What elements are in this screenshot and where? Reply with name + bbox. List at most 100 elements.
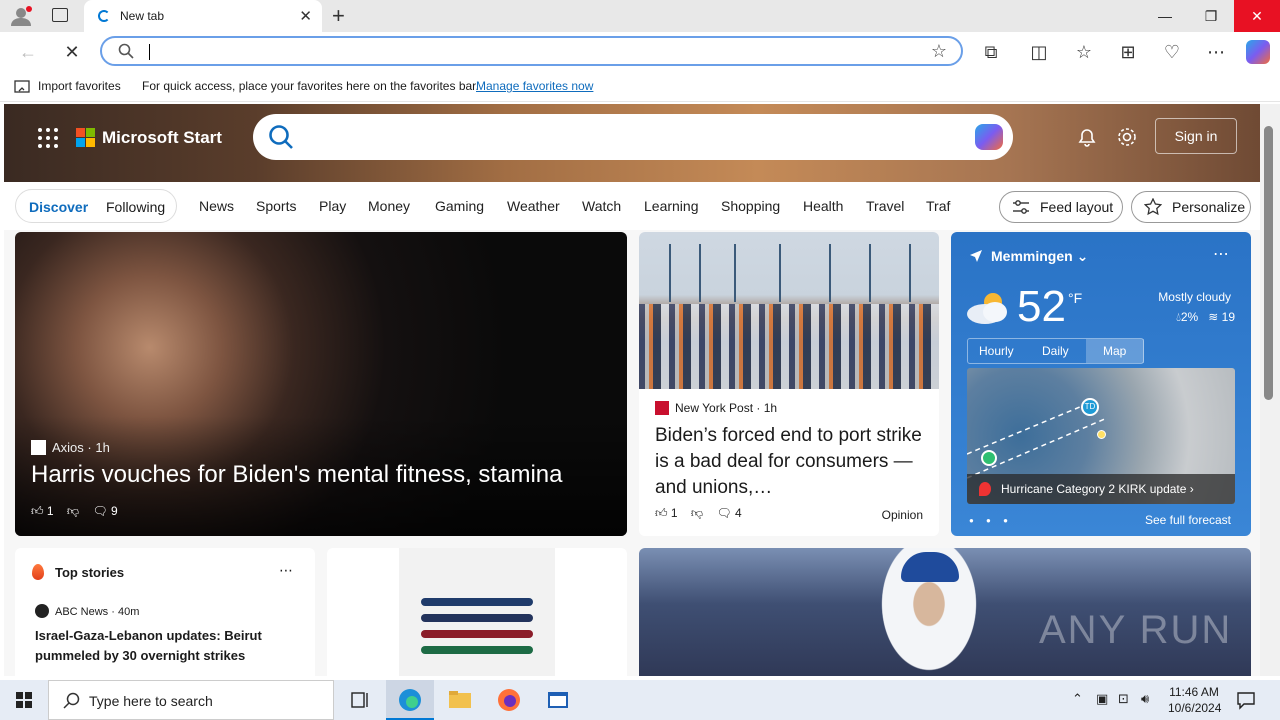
collections-icon[interactable]: ⊞ <box>1116 40 1140 64</box>
task-view-icon[interactable] <box>336 680 384 720</box>
more-options-icon[interactable]: ⋯ <box>1204 40 1228 64</box>
tab-actions-icon[interactable] <box>52 8 68 22</box>
windows-taskbar: Type here to search ⌃ ▣ ⊡ 🔊︎ 11:46 AM 10… <box>0 680 1280 720</box>
network-icon[interactable]: ⊡ <box>1118 691 1129 707</box>
mostly-cloudy-icon <box>967 293 1007 324</box>
weather-location[interactable]: Memmingen ⌄ <box>991 248 1088 265</box>
clock-time: 11:46 AM <box>1169 685 1219 699</box>
tab-close-icon[interactable]: ✕ <box>299 7 312 25</box>
category-traffic[interactable]: Traf <box>926 198 950 214</box>
split-screen-icon[interactable]: ◫ <box>1027 40 1051 64</box>
banner-text: Hurricane Category 2 KIRK update <box>1001 482 1187 496</box>
hurricane-update-banner[interactable]: Hurricane Category 2 KIRK update › <box>967 474 1235 504</box>
device-icon[interactable]: ▣ <box>1096 691 1108 707</box>
settings-gear-icon[interactable] <box>1116 126 1138 148</box>
volume-icon[interactable]: 🔊︎ <box>1141 691 1149 707</box>
taskbar-search[interactable]: Type here to search <box>48 680 334 720</box>
category-gaming[interactable]: Gaming <box>435 198 484 214</box>
extensions-icon[interactable]: ⧉ <box>979 40 1003 64</box>
category-health[interactable]: Health <box>803 198 843 214</box>
story-headline[interactable]: Biden’s forced end to port strike is a b… <box>655 423 925 501</box>
favorite-star-icon[interactable]: ☆ <box>931 41 947 62</box>
tab-hourly[interactable]: Hourly <box>979 344 1014 358</box>
category-money[interactable]: Money <box>368 198 410 214</box>
category-learning[interactable]: Learning <box>644 198 699 214</box>
advertisement-card[interactable] <box>327 548 627 676</box>
weather-details: 💧︎2% ≋ 19 <box>1176 310 1235 325</box>
story-headline[interactable]: Harris vouches for Biden's mental fitnes… <box>31 461 562 489</box>
new-tab-button[interactable]: + <box>332 3 345 29</box>
profile-icon[interactable] <box>10 6 32 26</box>
tab-following[interactable]: Following <box>106 199 165 215</box>
file-explorer-icon[interactable] <box>436 680 484 720</box>
category-watch[interactable]: Watch <box>582 198 621 214</box>
category-weather[interactable]: Weather <box>507 198 560 214</box>
dislike-icon[interactable]: 👎︎ <box>691 506 703 520</box>
story-source: New York Post · 1h <box>655 401 777 415</box>
app-launcher-icon[interactable] <box>38 128 58 148</box>
personalize-button[interactable]: Personalize <box>1131 191 1251 223</box>
carousel-dots[interactable]: ● ● ● <box>969 516 1013 525</box>
temperature-unit[interactable]: °F <box>1068 290 1082 306</box>
import-favorites-icon[interactable] <box>14 79 32 95</box>
feed-layout-button[interactable]: Feed layout <box>999 191 1123 223</box>
system-clock[interactable]: 11:46 AM 10/6/2024 <box>1168 684 1221 716</box>
see-full-forecast-link[interactable]: See full forecast <box>1145 513 1231 527</box>
show-hidden-icons-icon[interactable]: ⌃ <box>1072 691 1083 707</box>
sign-in-button[interactable]: Sign in <box>1155 118 1237 154</box>
story-headline[interactable]: Israel-Gaza-Lebanon updates: Beirut pumm… <box>35 626 295 666</box>
top-stories-title[interactable]: Top stories <box>55 565 124 580</box>
more-options-icon[interactable]: ⋯ <box>279 562 293 579</box>
category-travel[interactable]: Travel <box>866 198 904 214</box>
dislike-icon[interactable]: 👎︎ <box>67 504 79 518</box>
story-age: 40m <box>117 606 140 618</box>
brand-title[interactable]: Microsoft Start <box>102 128 222 148</box>
like-count: 1 <box>46 504 54 518</box>
weather-map[interactable]: TD Hurricane Category 2 KIRK update › <box>967 368 1235 504</box>
firefox-icon[interactable] <box>485 680 533 720</box>
restore-button[interactable]: ❐ <box>1188 0 1234 32</box>
like-icon[interactable]: 👍︎ <box>655 506 668 520</box>
location-name: Memmingen <box>991 248 1073 264</box>
favorites-icon[interactable]: ☆ <box>1072 40 1096 64</box>
category-shopping[interactable]: Shopping <box>721 198 780 214</box>
manage-favorites-link[interactable]: Manage favorites now <box>476 79 593 93</box>
comment-icon[interactable]: 🗨 <box>716 506 731 520</box>
minimize-button[interactable]: — <box>1142 0 1188 32</box>
notification-center-icon[interactable] <box>1236 690 1256 710</box>
page-scrollbar[interactable] <box>1260 104 1280 676</box>
category-sports[interactable]: Sports <box>256 198 296 214</box>
import-favorites-label[interactable]: Import favorites <box>38 79 121 93</box>
source-name: New York Post <box>675 401 754 415</box>
weather-tabs: Hourly Daily Map <box>967 338 1144 364</box>
category-play[interactable]: Play <box>319 198 346 214</box>
close-window-button[interactable]: ✕ <box>1234 0 1280 32</box>
browser-essentials-icon[interactable]: ♡ <box>1160 40 1184 64</box>
tab-daily[interactable]: Daily <box>1042 344 1069 358</box>
edge-taskbar-icon[interactable] <box>386 680 434 720</box>
sports-story-card[interactable]: ANY RUN <box>639 548 1251 676</box>
tab-discover[interactable]: Discover <box>29 199 88 215</box>
copilot-icon[interactable] <box>975 124 1003 150</box>
address-bar[interactable]: ☆ <box>100 36 963 66</box>
notifications-bell-icon[interactable] <box>1076 126 1098 148</box>
category-news[interactable]: News <box>199 198 234 214</box>
stop-loading-button[interactable]: ✕ <box>60 40 84 64</box>
scrollbar-thumb[interactable] <box>1264 126 1273 400</box>
copilot-icon[interactable] <box>1246 40 1270 64</box>
more-options-icon[interactable]: ⋯ <box>1213 244 1229 264</box>
weather-card[interactable]: Memmingen ⌄ ⋯ 52 °F Mostly cloudy 💧︎2% ≋… <box>951 232 1251 536</box>
back-button[interactable]: ← <box>16 40 40 64</box>
browser-tab[interactable]: New tab ✕ <box>84 0 322 32</box>
like-icon[interactable]: 👍︎ <box>31 504 44 518</box>
web-search-box[interactable] <box>253 114 1013 160</box>
loading-icon <box>98 10 110 22</box>
windows-start-icon[interactable] <box>0 680 48 720</box>
tab-title: New tab <box>120 9 165 23</box>
comment-icon[interactable]: 🗨 <box>92 504 107 518</box>
app-window-icon[interactable] <box>534 680 582 720</box>
tab-map[interactable]: Map <box>1086 339 1144 363</box>
storm-marker[interactable]: TD <box>1081 398 1099 416</box>
lead-story-card[interactable]: Axios · 1h Harris vouches for Biden's me… <box>15 232 627 536</box>
port-strike-story-card[interactable]: New York Post · 1h Biden’s forced end to… <box>639 232 939 536</box>
